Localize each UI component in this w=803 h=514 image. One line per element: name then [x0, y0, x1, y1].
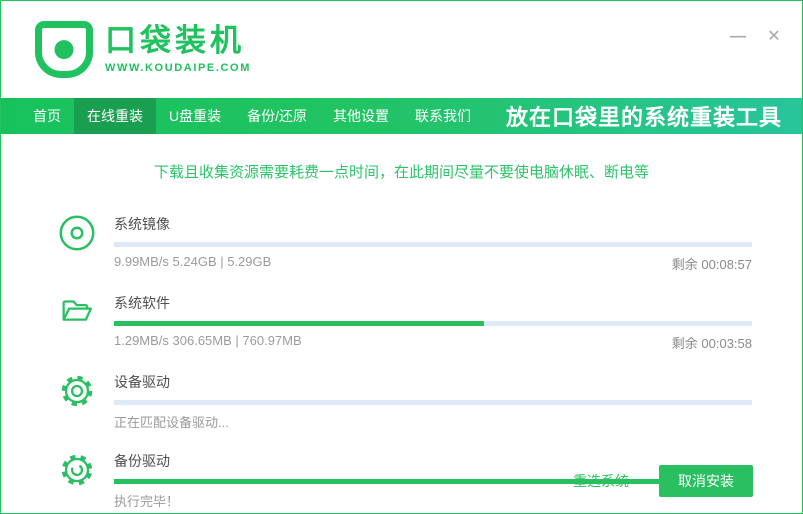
task-status: 9.99MB/s 5.24GB | 5.29GB	[114, 254, 272, 269]
header: 口袋装机 WWW.KOUDAIPE.COM — ✕	[1, 1, 802, 98]
nav-tab-online-reinstall[interactable]: 在线重装	[74, 98, 156, 134]
brand-text: 口袋装机 WWW.KOUDAIPE.COM	[105, 25, 251, 74]
task-status: 执行完毕！	[114, 494, 180, 509]
nav-tab-contact-us[interactable]: 联系我们	[402, 98, 484, 134]
progress-bar	[114, 400, 752, 405]
nav-slogan: 放在口袋里的系统重装工具	[505, 105, 782, 130]
nav-bar: 首页 在线重装 U盘重装 备份/还原 其他设置 联系我们 放在口袋里的系统重装工…	[1, 98, 802, 134]
disc-icon	[56, 212, 98, 254]
pocket-shield-icon	[35, 21, 93, 78]
cancel-install-button[interactable]: 取消安装	[659, 465, 753, 497]
progress-bar	[114, 321, 752, 326]
task-title: 设备驱动	[114, 374, 170, 390]
brand-url: WWW.KOUDAIPE.COM	[105, 61, 251, 74]
task-row-system-software: 系统软件 1.29MB/s 306.65MB | 760.97MB 剩余 00:…	[56, 291, 752, 352]
minimize-button[interactable]: —	[728, 27, 748, 47]
nav-tab-home[interactable]: 首页	[20, 98, 74, 134]
task-row-system-image: 系统镜像 9.99MB/s 5.24GB | 5.29GB 剩余 00:08:5…	[56, 212, 752, 273]
installer-window: { "window": { "minimize_label": "—", "cl…	[0, 0, 803, 514]
brand-name: 口袋装机	[105, 23, 245, 59]
gear-icon	[56, 449, 98, 491]
shield-dot	[54, 39, 74, 59]
folder-icon	[56, 291, 98, 333]
task-row-device-driver: 设备驱动 正在匹配设备驱动...	[56, 370, 752, 431]
nav-tab-backup-restore[interactable]: 备份/还原	[234, 98, 320, 134]
progress-fill	[114, 321, 485, 326]
gear-icon	[56, 370, 98, 412]
notice-text: 下载且收集资源需要耗费一点时间，在此期间尽量不要使电脑休眠、断电等	[153, 164, 649, 181]
task-title: 系统软件	[114, 295, 170, 311]
task-title: 系统镜像	[114, 216, 170, 232]
footer-actions: 重选系统 取消安装	[573, 465, 753, 497]
brand-logo: 口袋装机 WWW.KOUDAIPE.COM	[35, 21, 251, 78]
close-button[interactable]: ✕	[764, 27, 784, 47]
reselect-system-button[interactable]: 重选系统	[573, 471, 629, 491]
progress-bar	[114, 242, 752, 247]
task-status: 正在匹配设备驱动...	[114, 415, 229, 430]
task-remaining: 剩余 00:08:57	[671, 257, 752, 272]
window-controls: — ✕	[728, 27, 784, 47]
task-remaining: 剩余 00:03:58	[671, 336, 752, 351]
nav-tab-usb-reinstall[interactable]: U盘重装	[156, 98, 234, 134]
task-status: 1.29MB/s 306.65MB | 760.97MB	[114, 333, 302, 348]
nav-tab-other-settings[interactable]: 其他设置	[320, 98, 402, 134]
